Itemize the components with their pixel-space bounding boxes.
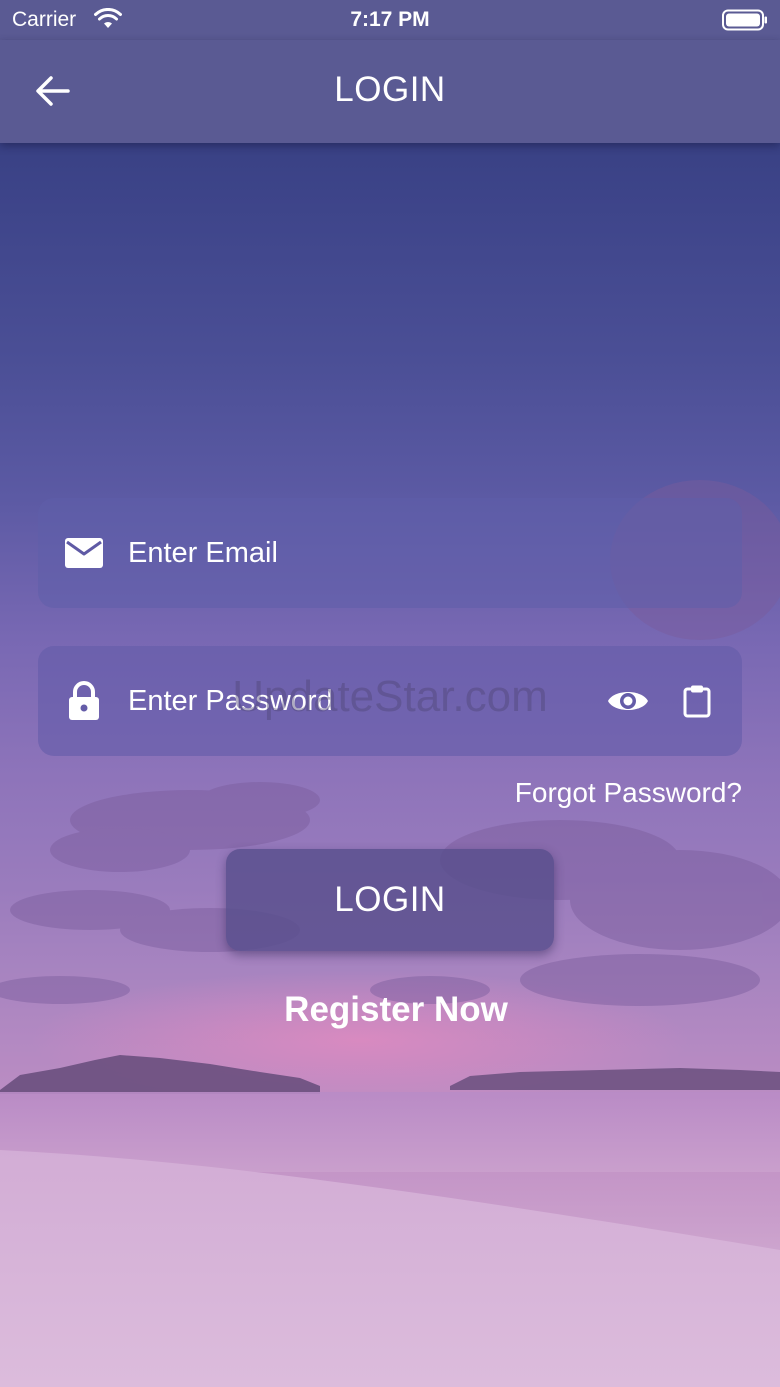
status-bar: Carrier 7:17 PM (0, 0, 780, 40)
lock-icon (69, 681, 99, 720)
status-time: 7:17 PM (350, 8, 430, 31)
login-button[interactable]: LOGIN (226, 849, 554, 951)
battery-icon (722, 9, 767, 31)
register-now-link[interactable]: Register Now (0, 990, 780, 1030)
email-field[interactable] (38, 498, 742, 608)
navigation-bar: LOGIN (0, 40, 780, 143)
forgot-password-link[interactable]: Forgot Password? (515, 777, 742, 809)
password-input[interactable] (128, 674, 588, 728)
eye-icon[interactable] (606, 683, 650, 719)
email-input[interactable] (128, 526, 588, 580)
page-title: LOGIN (334, 70, 446, 109)
mail-icon (65, 538, 103, 568)
login-screen: Carrier 7:17 PM LOGIN Enter Email Update… (0, 0, 780, 1387)
clipboard-icon[interactable] (682, 684, 712, 718)
password-field[interactable] (38, 646, 742, 756)
